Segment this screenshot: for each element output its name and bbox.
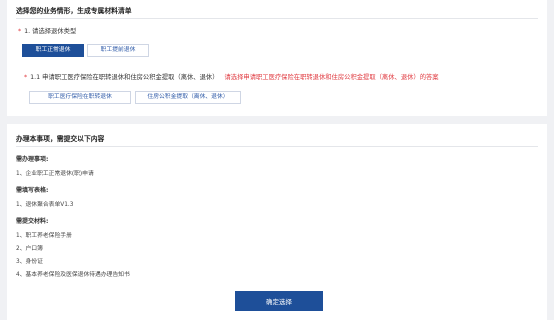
option-medical-insurance-transfer-button[interactable]: 职工医疗保险在职转退休 [29,91,131,104]
option-normal-retirement-button[interactable]: 职工正常退休 [22,44,84,57]
section-divider [16,18,538,19]
matters-item: 1、企业职工正常退休(职)申请 [16,171,94,177]
validation-hint: 请选择申请职工医疗保险在职转退休和住房公积金提取（离休、退休）的答案 [224,74,439,81]
materials-section-title: 办理本事项，需提交以下内容 [16,135,105,143]
materials-item: 3、身份证 [16,259,43,265]
forms-label: 需填写表格: [16,187,49,194]
confirm-selection-button[interactable]: 确定选择 [235,291,323,311]
question-retirement-type-label: 1. 请选择退休类型 [24,28,77,35]
required-materials-panel: 办理本事项，需提交以下内容 需办理事项: 1、企业职工正常退休(职)申请 需填写… [7,124,547,320]
materials-label: 需提交材料: [16,218,49,225]
scenario-section-title: 选择您的业务情形，生成专属材料清单 [16,7,132,15]
option-housing-fund-withdrawal-button[interactable]: 住房公积金提取（离休、退休） [135,91,241,104]
materials-item: 2、户口簿 [16,246,43,252]
business-scenario-panel: 选择您的业务情形，生成专属材料清单 * 1. 请选择退休类型 职工正常退休 职工提… [7,0,547,116]
materials-item: 1、职工养老保险手册 [16,233,72,239]
option-early-retirement-button[interactable]: 职工提前退休 [87,44,149,57]
question-medical-housing-fund-label: 1.1 申请职工医疗保险在职转退休和住房公积金提取（离休、退休） [30,74,219,81]
question-medical-housing-fund: * 1.1 申请职工医疗保险在职转退休和住房公积金提取（离休、退休） 请选择申请职工… [24,72,439,81]
forms-item: 1、退休聚合表单V1.3 [16,202,74,208]
materials-item: 4、基本养老保险及医保退休待遇办理告知书 [16,272,130,278]
section-divider [16,146,538,147]
question-retirement-type: * 1. 请选择退休类型 [18,26,76,35]
matters-label: 需办理事项: [16,156,49,163]
required-asterisk: * [24,74,28,81]
required-asterisk: * [18,28,22,35]
